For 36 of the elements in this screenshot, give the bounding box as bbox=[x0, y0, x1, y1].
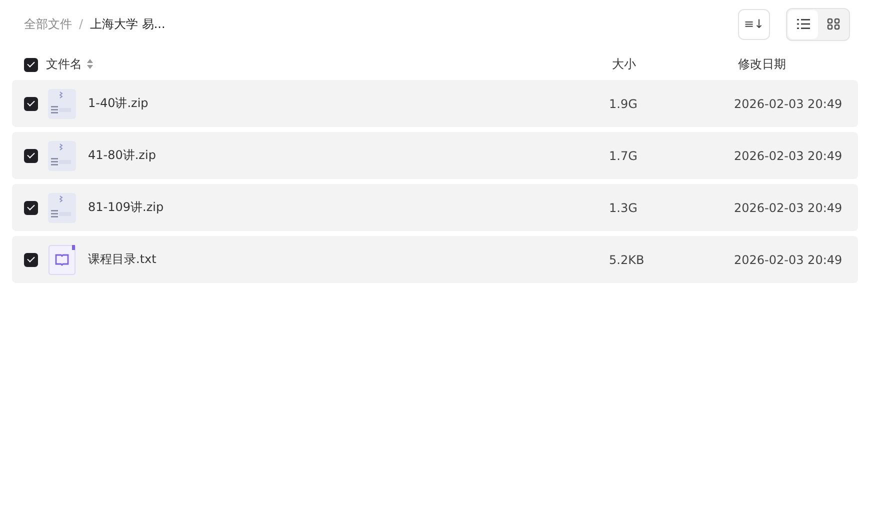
file-row[interactable]: 课程目录.txt 5.2KB 2026-02-03 20:49 bbox=[12, 236, 858, 283]
file-size: 1.3G bbox=[609, 200, 638, 214]
breadcrumb-separator: / bbox=[79, 17, 84, 31]
checkbox[interactable] bbox=[24, 148, 38, 162]
file-name: 课程目录.txt bbox=[88, 251, 158, 268]
checkbox[interactable] bbox=[24, 58, 38, 72]
archive-file-icon bbox=[48, 88, 76, 118]
sort-icon[interactable] bbox=[87, 59, 93, 69]
file-name: 1-40讲.zip bbox=[88, 95, 150, 112]
modified-date: 2026-02-03 20:49 bbox=[734, 200, 842, 214]
file-size: 1.9G bbox=[609, 96, 638, 110]
sort-button[interactable]: ≡↓ bbox=[738, 8, 770, 40]
file-size: 5.2KB bbox=[609, 252, 646, 266]
list-view-button[interactable] bbox=[788, 10, 818, 38]
file-row[interactable]: 41-80讲.zip 1.7G 2026-02-03 20:49 bbox=[12, 132, 858, 179]
file-name: 41-80讲.zip bbox=[88, 147, 157, 164]
file-size: 1.7G bbox=[609, 148, 638, 162]
list-icon bbox=[796, 19, 810, 29]
book-file-icon bbox=[48, 244, 76, 274]
file-name: 81-109讲.zip bbox=[88, 199, 165, 216]
breadcrumb-item[interactable]: 上海大学 易... bbox=[90, 16, 166, 32]
file-row[interactable]: 81-109讲.zip 1.3G 2026-02-03 20:49 bbox=[12, 184, 858, 231]
column-header[interactable]: 文件名 bbox=[46, 56, 82, 72]
checkbox[interactable] bbox=[24, 96, 38, 110]
modified-date: 2026-02-03 20:49 bbox=[734, 252, 842, 266]
breadcrumb-item[interactable]: 全部文件 bbox=[24, 16, 72, 32]
checkbox[interactable] bbox=[24, 200, 38, 214]
column-header: 修改日期 bbox=[738, 56, 786, 72]
file-row[interactable]: 1-40讲.zip 1.9G 2026-02-03 20:49 bbox=[12, 80, 858, 127]
archive-file-icon bbox=[48, 192, 76, 222]
grid-icon bbox=[826, 18, 840, 30]
archive-file-icon bbox=[48, 140, 76, 170]
column-header: 大小 bbox=[612, 56, 636, 70]
modified-date: 2026-02-03 20:49 bbox=[734, 148, 842, 162]
checkbox[interactable] bbox=[24, 252, 38, 266]
modified-date: 2026-02-03 20:49 bbox=[734, 96, 842, 110]
